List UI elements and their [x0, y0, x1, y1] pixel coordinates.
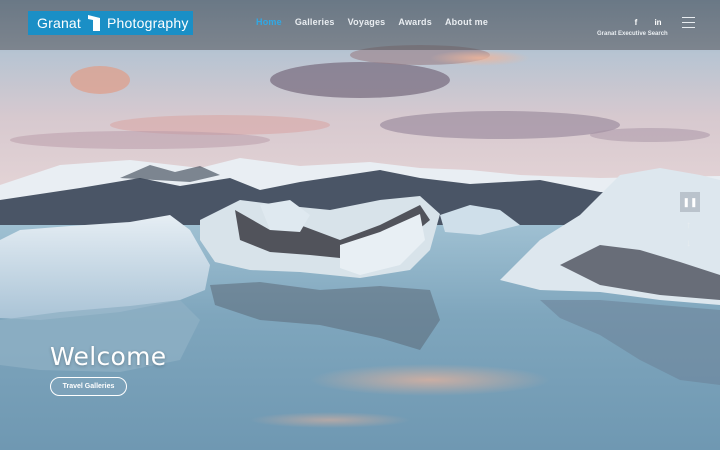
travel-galleries-button[interactable]: Travel Galleries	[50, 377, 127, 396]
logo-mark-icon	[87, 15, 101, 31]
logo-word-granat: Granat	[37, 15, 81, 31]
nav-item-awards[interactable]: Awards	[398, 17, 432, 27]
main-nav: Home Galleries Voyages Awards About me	[256, 17, 501, 27]
logo-word-photography: Photography	[107, 15, 189, 31]
linkedin-icon[interactable]: in	[654, 18, 662, 27]
nav-item-galleries[interactable]: Galleries	[295, 17, 335, 27]
hero-title: Welcome	[50, 342, 167, 371]
slider-previous-arrow-icon[interactable]: ↑	[686, 220, 691, 231]
executive-search-link[interactable]: Granat Executive Search	[597, 31, 668, 37]
nav-item-voyages[interactable]: Voyages	[348, 17, 386, 27]
nav-item-about-me[interactable]: About me	[445, 17, 488, 27]
site-header: Granat Photography Home Galleries Voyage…	[0, 0, 720, 50]
hamburger-icon[interactable]	[682, 17, 695, 28]
social-links: f in	[632, 18, 662, 27]
slider-pause-button[interactable]: ❚❚	[680, 192, 700, 212]
site-logo[interactable]: Granat Photography	[28, 11, 193, 35]
pause-icon: ❚❚	[682, 196, 698, 207]
slider-next-arrow-icon[interactable]: ↓	[686, 238, 691, 249]
facebook-icon[interactable]: f	[632, 18, 640, 27]
nav-item-home[interactable]: Home	[256, 17, 282, 27]
